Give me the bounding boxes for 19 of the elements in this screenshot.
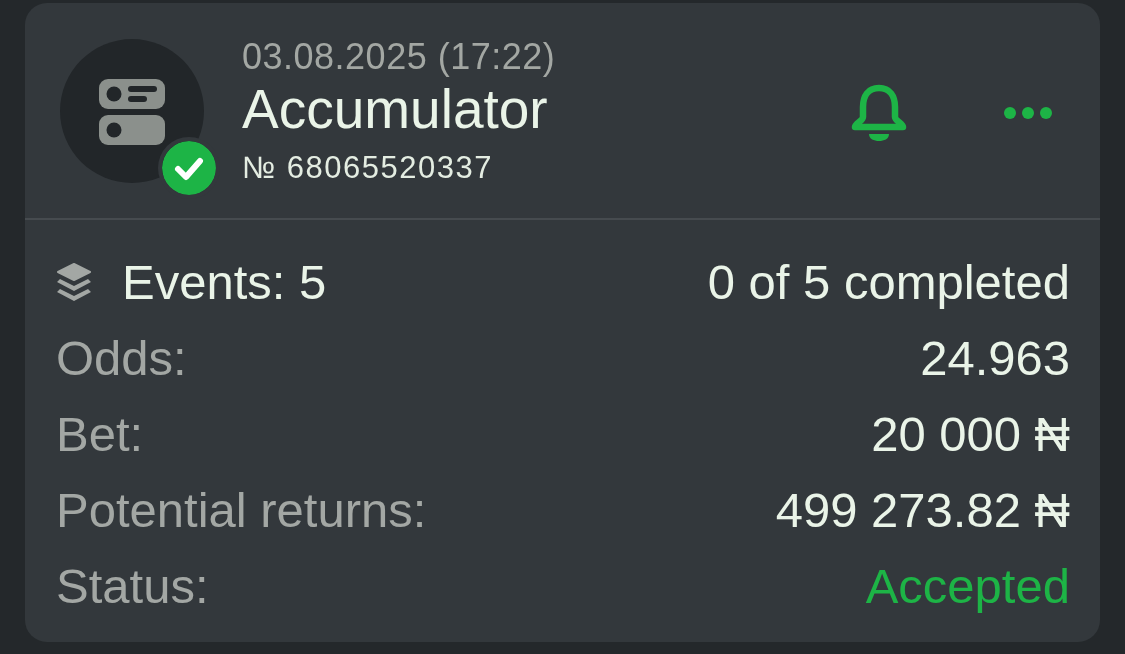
detail-value: 20 000 ₦ — [871, 406, 1070, 462]
completed-count: 0 of 5 completed — [707, 254, 1070, 310]
bet-number: № 68065520337 — [242, 148, 495, 187]
layers-icon — [56, 263, 92, 301]
status-value: Accepted — [865, 558, 1070, 614]
detail-label: Status: — [56, 558, 209, 614]
bet-title: Accumulator — [242, 77, 549, 140]
detail-label: Odds: — [56, 330, 187, 386]
more-button[interactable] — [1004, 106, 1052, 119]
bet-date: 03.08.2025 (17:22) — [242, 36, 557, 77]
detail-label: Bet: — [56, 406, 144, 462]
detail-label: Potential returns: — [56, 482, 427, 538]
detail-value: 24.963 — [920, 330, 1070, 386]
detail-value: 499 273.82 ₦ — [775, 482, 1070, 538]
notification-button[interactable] — [851, 83, 907, 142]
bell-icon — [851, 83, 907, 142]
bet-slip-icon — [99, 79, 165, 145]
more-icon — [1004, 106, 1052, 119]
events-count: Events: 5 — [122, 254, 327, 310]
